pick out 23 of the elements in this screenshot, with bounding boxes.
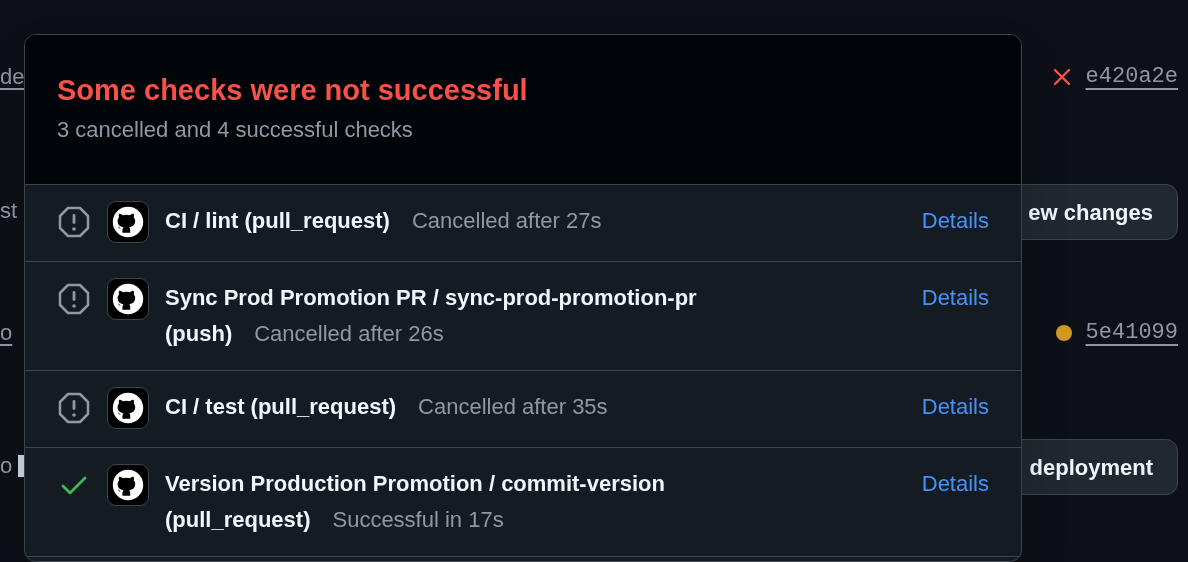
text-fragment: o bbox=[0, 452, 13, 480]
warning-octagon-icon bbox=[57, 282, 91, 316]
app-logo-icon bbox=[107, 278, 149, 320]
check-label: CI / lint (pull_request) Cancelled after 27s bbox=[165, 207, 603, 235]
check-label: CI / test (pull_request) Cancelled after 35s bbox=[165, 393, 609, 421]
text-bar-icon bbox=[18, 455, 24, 477]
popup-title: Some checks were not successful bbox=[57, 73, 529, 108]
check-label: Sync Prod Promotion PR / sync-prod-promotion-pr (push) Cancelled after 26s bbox=[165, 284, 698, 348]
text-fragment: o bbox=[0, 319, 13, 347]
x-icon bbox=[1051, 67, 1072, 87]
commit-link[interactable]: 5e41099 bbox=[1085, 316, 1178, 350]
warning-octagon-icon bbox=[57, 391, 91, 425]
details-link[interactable]: Details bbox=[921, 389, 989, 425]
details-link[interactable]: Details bbox=[921, 280, 989, 316]
warning-octagon-icon bbox=[57, 205, 91, 239]
text-fragment: st bbox=[0, 197, 18, 225]
commit-link[interactable]: e420a2e bbox=[1085, 60, 1178, 94]
popup-summary: 3 cancelled and 4 successful checks bbox=[57, 116, 414, 144]
app-logo-icon bbox=[107, 387, 149, 429]
check-label: Version Production Promotion / commit-version (pull_request) Successful in 17s bbox=[165, 470, 666, 534]
text-fragment: de bbox=[0, 63, 25, 91]
app-logo-icon bbox=[107, 464, 149, 506]
app-logo-icon bbox=[107, 201, 149, 243]
